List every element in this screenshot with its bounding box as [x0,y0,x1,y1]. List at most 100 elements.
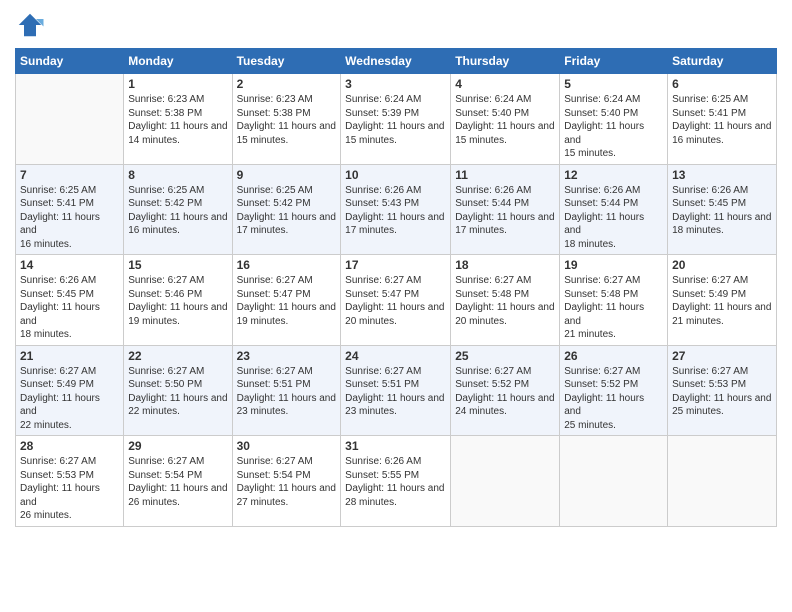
day-info: Sunrise: 6:25 AMSunset: 5:42 PMDaylight:… [128,184,227,238]
calendar-cell: 15 Sunrise: 6:27 AMSunset: 5:46 PMDayligh… [124,255,232,346]
day-number: 1 [128,77,227,91]
day-number: 24 [345,349,446,363]
calendar-cell: 10 Sunrise: 6:26 AMSunset: 5:43 PMDayligh… [341,164,451,255]
calendar-week-row: 21Sunrise: 6:27 AMSunset: 5:49 PMDayligh… [16,345,777,436]
calendar-cell [668,436,777,527]
day-number: 23 [237,349,337,363]
day-number: 12 [564,168,663,182]
calendar-cell: 22 Sunrise: 6:27 AMSunset: 5:50 PMDayligh… [124,345,232,436]
day-number: 19 [564,258,663,272]
day-number: 29 [128,439,227,453]
day-info: Sunrise: 6:26 AMSunset: 5:44 PMDaylight:… [455,184,555,238]
day-info: Sunrise: 6:27 AMSunset: 5:50 PMDaylight:… [128,365,227,419]
day-info: Sunrise: 6:27 AMSunset: 5:52 PMDaylight:… [455,365,555,419]
day-number: 31 [345,439,446,453]
day-info: Sunrise: 6:27 AMSunset: 5:54 PMDaylight:… [237,455,337,509]
calendar-week-row: 1Sunrise: 6:23 AMSunset: 5:38 PMDaylight… [16,74,777,165]
day-info: Sunrise: 6:26 AMSunset: 5:43 PMDaylight:… [345,184,446,238]
day-number: 22 [128,349,227,363]
calendar-cell: 7 Sunrise: 6:25 AMSunset: 5:41 PMDaylight… [16,164,124,255]
day-number: 25 [455,349,555,363]
calendar-cell: 26 Sunrise: 6:27 AMSunset: 5:52 PMDayligh… [560,345,668,436]
day-number: 9 [237,168,337,182]
day-info: Sunrise: 6:27 AMSunset: 5:49 PMDaylight:… [672,274,772,328]
day-info: Sunrise: 6:26 AMSunset: 5:55 PMDaylight:… [345,455,446,509]
header [15,10,777,40]
calendar-cell: 2Sunrise: 6:23 AMSunset: 5:38 PMDaylight… [232,74,341,165]
day-number: 5 [564,77,663,91]
day-info: Sunrise: 6:27 AMSunset: 5:51 PMDaylight:… [237,365,337,419]
day-number: 20 [672,258,772,272]
calendar-cell: 21Sunrise: 6:27 AMSunset: 5:49 PMDayligh… [16,345,124,436]
calendar-cell: 18 Sunrise: 6:27 AMSunset: 5:48 PMDayligh… [451,255,560,346]
day-number: 16 [237,258,337,272]
day-info: Sunrise: 6:27 AMSunset: 5:53 PMDaylight:… [20,455,119,523]
day-number: 15 [128,258,227,272]
day-info: Sunrise: 6:27 AMSunset: 5:52 PMDaylight:… [564,365,663,433]
logo-icon [15,10,45,40]
day-number: 6 [672,77,772,91]
day-number: 30 [237,439,337,453]
day-number: 28 [20,439,119,453]
calendar-cell: 9 Sunrise: 6:25 AMSunset: 5:42 PMDaylight… [232,164,341,255]
calendar-cell: 4 Sunrise: 6:24 AMSunset: 5:40 PMDaylight… [451,74,560,165]
day-number: 7 [20,168,119,182]
day-info: Sunrise: 6:27 AMSunset: 5:51 PMDaylight:… [345,365,446,419]
day-header-monday: Monday [124,49,232,74]
day-number: 4 [455,77,555,91]
calendar-week-row: 28 Sunrise: 6:27 AMSunset: 5:53 PMDayligh… [16,436,777,527]
day-number: 18 [455,258,555,272]
day-info: Sunrise: 6:26 AMSunset: 5:45 PMDaylight:… [672,184,772,238]
day-info: Sunrise: 6:24 AMSunset: 5:40 PMDaylight:… [564,93,663,161]
day-info: Sunrise: 6:24 AMSunset: 5:39 PMDaylight:… [345,93,446,147]
day-info: Sunrise: 6:24 AMSunset: 5:40 PMDaylight:… [455,93,555,147]
day-info: Sunrise: 6:26 AMSunset: 5:45 PMDaylight:… [20,274,119,342]
calendar-week-row: 7 Sunrise: 6:25 AMSunset: 5:41 PMDaylight… [16,164,777,255]
calendar-cell: 13 Sunrise: 6:26 AMSunset: 5:45 PMDayligh… [668,164,777,255]
day-number: 13 [672,168,772,182]
day-info: Sunrise: 6:27 AMSunset: 5:47 PMDaylight:… [237,274,337,328]
day-info: Sunrise: 6:27 AMSunset: 5:48 PMDaylight:… [455,274,555,328]
day-info: Sunrise: 6:27 AMSunset: 5:53 PMDaylight:… [672,365,772,419]
day-number: 11 [455,168,555,182]
calendar-week-row: 14 Sunrise: 6:26 AMSunset: 5:45 PMDayligh… [16,255,777,346]
day-number: 27 [672,349,772,363]
day-number: 8 [128,168,227,182]
calendar-cell: 14 Sunrise: 6:26 AMSunset: 5:45 PMDayligh… [16,255,124,346]
day-info: Sunrise: 6:27 AMSunset: 5:46 PMDaylight:… [128,274,227,328]
day-number: 26 [564,349,663,363]
calendar-cell: 6Sunrise: 6:25 AMSunset: 5:41 PMDaylight… [668,74,777,165]
calendar-cell: 16 Sunrise: 6:27 AMSunset: 5:47 PMDayligh… [232,255,341,346]
day-number: 10 [345,168,446,182]
day-number: 14 [20,258,119,272]
day-info: Sunrise: 6:25 AMSunset: 5:42 PMDaylight:… [237,184,337,238]
calendar-cell: 12 Sunrise: 6:26 AMSunset: 5:44 PMDayligh… [560,164,668,255]
calendar-cell: 28 Sunrise: 6:27 AMSunset: 5:53 PMDayligh… [16,436,124,527]
calendar-cell: 3 Sunrise: 6:24 AMSunset: 5:39 PMDaylight… [341,74,451,165]
calendar-table: SundayMondayTuesdayWednesdayThursdayFrid… [15,48,777,527]
day-info: Sunrise: 6:27 AMSunset: 5:49 PMDaylight:… [20,365,119,433]
day-info: Sunrise: 6:27 AMSunset: 5:54 PMDaylight:… [128,455,227,509]
day-info: Sunrise: 6:27 AMSunset: 5:47 PMDaylight:… [345,274,446,328]
day-info: Sunrise: 6:25 AMSunset: 5:41 PMDaylight:… [20,184,119,252]
calendar-cell: 30 Sunrise: 6:27 AMSunset: 5:54 PMDayligh… [232,436,341,527]
day-header-thursday: Thursday [451,49,560,74]
day-number: 3 [345,77,446,91]
day-info: Sunrise: 6:26 AMSunset: 5:44 PMDaylight:… [564,184,663,252]
calendar-cell: 31 Sunrise: 6:26 AMSunset: 5:55 PMDayligh… [341,436,451,527]
calendar-header-row: SundayMondayTuesdayWednesdayThursdayFrid… [16,49,777,74]
day-info: Sunrise: 6:27 AMSunset: 5:48 PMDaylight:… [564,274,663,342]
calendar-cell: 29 Sunrise: 6:27 AMSunset: 5:54 PMDayligh… [124,436,232,527]
day-header-friday: Friday [560,49,668,74]
day-header-tuesday: Tuesday [232,49,341,74]
day-header-saturday: Saturday [668,49,777,74]
calendar-cell: 5 Sunrise: 6:24 AMSunset: 5:40 PMDaylight… [560,74,668,165]
calendar-cell [16,74,124,165]
calendar-cell [560,436,668,527]
calendar-cell: 17 Sunrise: 6:27 AMSunset: 5:47 PMDayligh… [341,255,451,346]
calendar-cell: 27 Sunrise: 6:27 AMSunset: 5:53 PMDayligh… [668,345,777,436]
calendar-cell: 23 Sunrise: 6:27 AMSunset: 5:51 PMDayligh… [232,345,341,436]
calendar-cell: 25 Sunrise: 6:27 AMSunset: 5:52 PMDayligh… [451,345,560,436]
day-header-wednesday: Wednesday [341,49,451,74]
day-number: 17 [345,258,446,272]
